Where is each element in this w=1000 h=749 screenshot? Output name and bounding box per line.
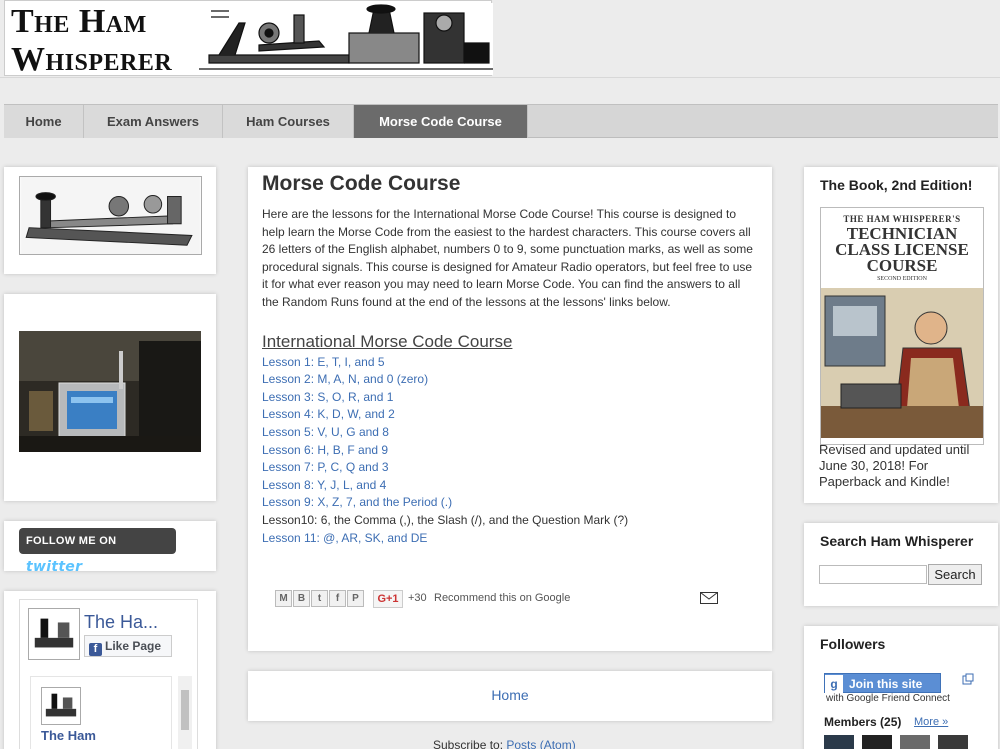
logo-line-2: Whisperer	[11, 41, 173, 78]
subscribe-label: Subscribe to:	[433, 738, 507, 749]
post-intro-text: Here are the lessons for the Internation…	[262, 207, 753, 309]
book-caption: Revised and updated until June 30, 2018!…	[819, 442, 970, 489]
followers-widget-title: Followers	[820, 636, 886, 652]
facebook-icon: f	[89, 643, 102, 656]
post-title: Morse Code Course	[262, 172, 461, 195]
tab-exam-answers[interactable]: Exam Answers	[84, 105, 223, 138]
book-cover-image[interactable]: THE HAM WHISPERER'S TECHNICIAN CLASS LIC…	[820, 207, 984, 445]
lesson-link[interactable]: Lesson 1: E, T, I, and 5	[262, 354, 758, 372]
telegraph-key-illustration	[199, 3, 493, 75]
book-cover-title: TECHNICIAN CLASS LICENSE COURSE	[835, 224, 969, 275]
lesson-link[interactable]: Lesson 5: V, U, G and 8	[262, 424, 758, 442]
site-header: The Ham Whisperer	[0, 0, 1000, 78]
radio-photo-widget	[4, 294, 216, 501]
facebook-feed: The Ham	[30, 676, 172, 749]
google-friend-connect-label: with Google Friend Connect	[826, 693, 950, 704]
google-plus-one-button[interactable]: G+1	[373, 590, 403, 608]
search-widget: Search Ham Whisperer Search	[804, 523, 998, 606]
recommend-on-google-text: Recommend this on Google	[434, 592, 571, 604]
book-cover-kicker: THE HAM WHISPERER'S	[843, 214, 961, 224]
like-page-label: Like Page	[105, 639, 162, 653]
facebook-share-icon[interactable]: f	[329, 590, 346, 607]
radio-device-photo	[19, 331, 201, 452]
lesson-link[interactable]: Lesson10: 6, the Comma (,), the Slash (/…	[262, 512, 758, 530]
more-members-link[interactable]: More »	[914, 716, 948, 728]
external-link-icon[interactable]	[962, 673, 974, 685]
email-post-icon[interactable]	[700, 592, 718, 604]
facebook-feed-thumbnail[interactable]	[41, 687, 81, 725]
tab-ham-courses[interactable]: Ham Courses	[223, 105, 354, 138]
facebook-page-widget: The Ha... f Like Page The Ham	[4, 591, 216, 749]
subscribe-line: Subscribe to: Posts (Atom)	[433, 738, 576, 749]
book-widget-title: The Book, 2nd Edition!	[820, 177, 973, 193]
google-icon: g	[825, 675, 843, 693]
book-widget: The Book, 2nd Edition! THE HAM WHISPERER…	[804, 167, 998, 503]
telegraph-key-image	[19, 176, 202, 255]
blogger-share-icon[interactable]: B	[293, 590, 310, 607]
email-share-icon[interactable]: M	[275, 590, 292, 607]
logo-line-1: The Ham	[11, 3, 147, 40]
facebook-page-name[interactable]: The Ha...	[84, 612, 158, 633]
member-avatar[interactable]	[824, 735, 854, 749]
subscribe-atom-link[interactable]: Posts (Atom)	[506, 738, 575, 749]
twitter-follow-label: FOLLOW ME ON	[26, 535, 117, 547]
lesson-link[interactable]: Lesson 3: S, O, R, and 1	[262, 389, 758, 407]
facebook-feed-author[interactable]: The Ham	[41, 728, 96, 743]
book-cover-illustration	[821, 288, 983, 438]
lesson-link[interactable]: Lesson 2: M, A, N, and 0 (zero)	[262, 371, 758, 389]
follow-twitter-button[interactable]: FOLLOW ME ON twitter	[19, 528, 176, 575]
post-card: Morse Code Course Here are the lessons f…	[248, 167, 772, 651]
join-this-site-button[interactable]: g Join this site	[824, 673, 941, 693]
pager-home-link[interactable]: Home	[491, 687, 528, 703]
facebook-feed-scrollbar[interactable]	[178, 676, 192, 749]
tab-morse-code-course[interactable]: Morse Code Course	[354, 105, 528, 138]
lesson-link[interactable]: Lesson 9: X, Z, 7, and the Period (.)	[262, 494, 758, 512]
lesson-link[interactable]: Lesson 11: @, AR, SK, and DE	[262, 530, 758, 548]
twitter-follow-widget: FOLLOW ME ON twitter	[4, 521, 216, 575]
lesson-link[interactable]: Lesson 4: K, D, W, and 2	[262, 406, 758, 424]
twitter-share-icon[interactable]: t	[311, 590, 328, 607]
lesson-link[interactable]: Lesson 8: Y, J, L, and 4	[262, 477, 758, 495]
pinterest-share-icon[interactable]: P	[347, 590, 364, 607]
lesson-list: Lesson 1: E, T, I, and 5 Lesson 2: M, A,…	[262, 354, 758, 548]
site-logo[interactable]: The Ham Whisperer	[4, 0, 493, 79]
member-avatar[interactable]	[862, 735, 892, 749]
search-button[interactable]: Search	[928, 564, 982, 585]
facebook-page-box: The Ha... f Like Page The Ham	[19, 599, 198, 749]
book-cover-edition: SECOND EDITION	[877, 276, 927, 282]
search-widget-title: Search Ham Whisperer	[820, 533, 974, 549]
google-plus-count: +30	[408, 592, 427, 604]
scrollbar-thumb[interactable]	[181, 690, 189, 730]
blog-pager: Home	[248, 671, 772, 721]
twitter-logo-text: twitter	[26, 559, 83, 575]
lesson-link[interactable]: Lesson 7: P, C, Q and 3	[262, 459, 758, 477]
facebook-like-page-button[interactable]: f Like Page	[84, 635, 172, 657]
logo-title: The Ham Whisperer	[11, 3, 201, 79]
followers-widget: Followers g Join this site with Google Fr…	[804, 626, 998, 749]
tab-home[interactable]: Home	[4, 105, 84, 138]
search-input[interactable]	[819, 565, 927, 584]
main-nav: Home Exam Answers Ham Courses Morse Code…	[4, 104, 998, 138]
member-avatar[interactable]	[938, 735, 968, 749]
member-avatar[interactable]	[900, 735, 930, 749]
join-label: Join this site	[849, 677, 923, 691]
lesson-link[interactable]: Lesson 6: H, B, F and 9	[262, 442, 758, 460]
course-heading[interactable]: International Morse Code Course	[262, 332, 758, 352]
telegraph-key-widget	[4, 167, 216, 274]
facebook-page-thumbnail[interactable]	[28, 608, 80, 660]
members-count: Members (25)	[824, 715, 902, 729]
